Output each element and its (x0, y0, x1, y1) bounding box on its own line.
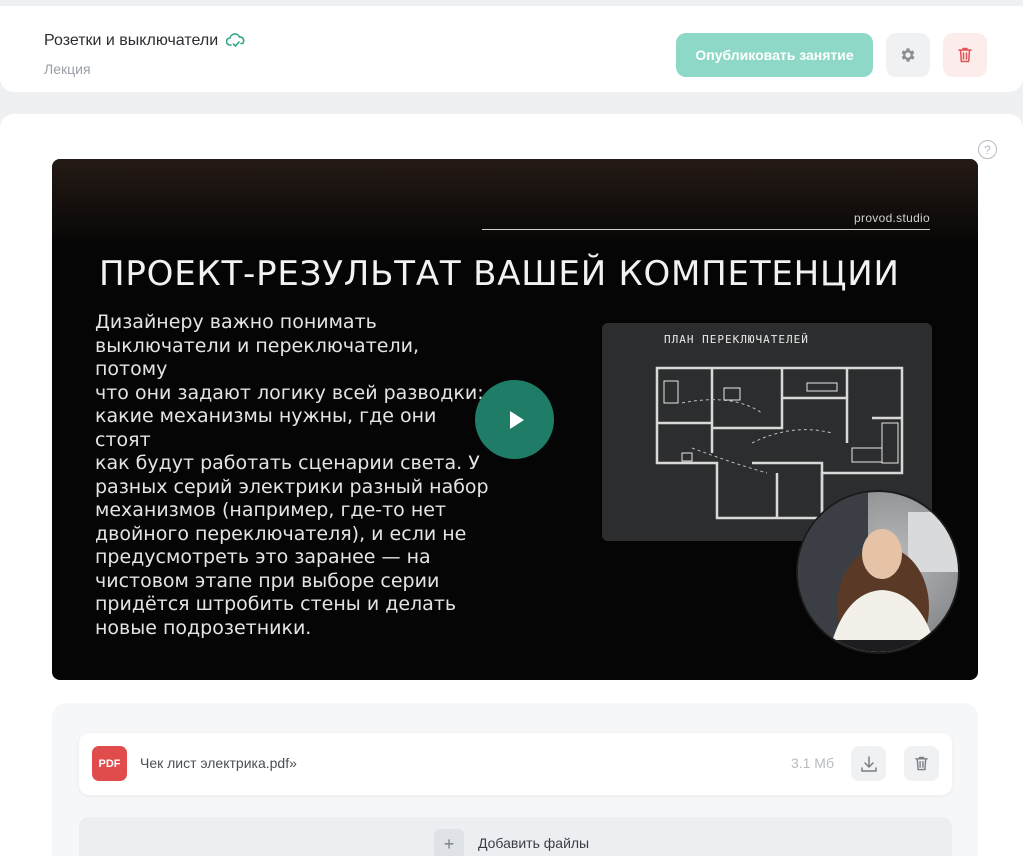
delete-file-button[interactable] (904, 746, 939, 781)
slide-line: выключатели и переключатели, потому (95, 334, 419, 381)
slide-heading: ПРОЕКТ-РЕЗУЛЬТАТ ВАШЕЙ КОМПЕТЕНЦИИ (99, 254, 900, 294)
slide-body: Дизайнеру важно понимать выключатели и п… (95, 311, 495, 640)
slide-line: чистовом этапе при выборе серии (95, 569, 440, 592)
slide-line: разных серий электрики разный набор (95, 475, 489, 498)
lesson-title: Розетки и выключатели (44, 32, 219, 49)
brand-divider (482, 229, 930, 230)
settings-button[interactable] (886, 33, 930, 77)
video-player[interactable]: provod.studio ПРОЕКТ-РЕЗУЛЬТАТ ВАШЕЙ КОМ… (52, 159, 978, 680)
play-icon (509, 410, 524, 429)
gear-icon (901, 48, 915, 62)
slide-line: придётся штробить стены и делать (95, 593, 457, 615)
slide-line: какие механизмы нужны, где они стоят (95, 405, 437, 451)
lesson-header: Розетки и выключатели Лекция Опубликоват… (0, 6, 1023, 92)
trash-icon (915, 756, 928, 771)
publish-button[interactable]: Опубликовать занятие (676, 33, 873, 77)
help-icon[interactable]: ? (978, 140, 997, 159)
slide-line: новые подрозетники. (95, 616, 312, 639)
trash-icon (958, 47, 972, 63)
slide-line: механизмов (например, где-то нет (95, 499, 447, 521)
add-files-button[interactable]: + Добавить файлы (79, 817, 952, 856)
slide-line: предусмотреть это заранее — на (95, 546, 431, 568)
plus-icon: + (434, 829, 464, 856)
pdf-file-icon: PDF (92, 746, 127, 781)
title-row: Розетки и выключатели (44, 32, 246, 50)
slide-line: двойного переключателя), и если не (95, 522, 467, 545)
cloud-sync-icon (225, 33, 246, 49)
video-background (52, 159, 978, 239)
file-item[interactable]: PDF Чек лист электрика.pdf» 3.1 Мб (79, 733, 952, 795)
presenter-video-avatar (796, 490, 960, 654)
delete-lesson-button[interactable] (943, 33, 987, 77)
slide-line: как будут работать сценарии света. У (95, 452, 480, 474)
add-files-label: Добавить файлы (478, 835, 590, 851)
file-name[interactable]: Чек лист электрика.pdf» (140, 755, 297, 771)
slide-line: что они задают логику всей разводки: (95, 381, 484, 404)
download-icon (860, 755, 877, 772)
download-button[interactable] (851, 746, 886, 781)
lesson-type: Лекция (44, 61, 91, 77)
play-button[interactable] (475, 380, 554, 459)
video-brand: provod.studio (854, 211, 930, 225)
slide-line: Дизайнеру важно понимать (95, 311, 377, 333)
file-size: 3.1 Мб (790, 755, 834, 771)
